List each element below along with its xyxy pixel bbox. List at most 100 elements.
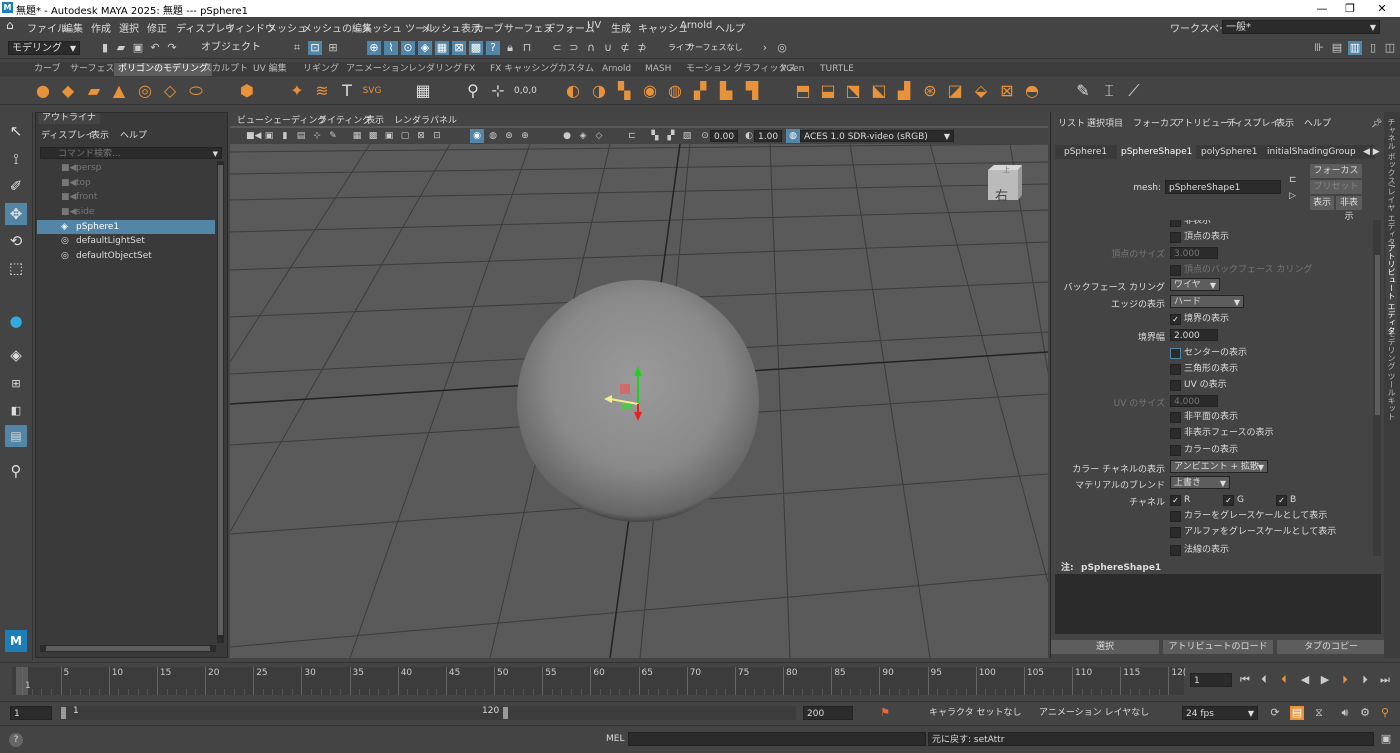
range-track[interactable]: 1 120 (60, 706, 796, 720)
go-to-end-icon[interactable]: ⏭ (1378, 673, 1392, 687)
arrow-right-icon[interactable]: › (758, 41, 772, 55)
menu-uv[interactable]: UV (587, 20, 601, 31)
shelf-tab-sculpt[interactable]: スカルプト (203, 63, 248, 76)
view-cube-top-label[interactable]: 上 (1003, 165, 1010, 175)
lights-icon[interactable]: ⊡ (430, 129, 444, 143)
checkbox-normal-display[interactable] (1170, 545, 1181, 556)
checkbox-triangle-display[interactable] (1170, 364, 1181, 375)
hide-button[interactable]: 非表示 (1336, 196, 1362, 222)
menu-select[interactable]: 選択 (119, 20, 139, 35)
vp-menu-panels[interactable]: パネル (430, 113, 457, 126)
checkbox-border-display[interactable]: ✓ (1170, 314, 1181, 325)
gamma-field[interactable]: 1.00 (754, 130, 782, 142)
sound-icon[interactable]: 🔊︎ (1338, 706, 1352, 720)
menu-set-dropdown[interactable]: モデリング ▼ (8, 41, 80, 55)
border-width-field[interactable]: 2.000 (1170, 329, 1218, 341)
select-tool-icon[interactable]: ↖ (5, 120, 27, 142)
smooth-shade-icon[interactable]: ▩ (366, 129, 380, 143)
render-icon[interactable]: ◎ (775, 41, 789, 55)
poly-torus-icon[interactable]: ◎ (135, 81, 155, 101)
shelf-tab-turtle[interactable]: TURTLE (820, 63, 854, 76)
menu-modify[interactable]: 修正 (147, 20, 167, 35)
checkbox-nonplanar[interactable] (1170, 412, 1181, 423)
checkbox-color-display[interactable] (1170, 445, 1181, 456)
selection-mode-dropdown[interactable]: オブジェクト (198, 41, 274, 55)
go-to-start-icon[interactable]: ⏮ (1238, 673, 1252, 687)
planar-mapping-icon[interactable]: ⟋ (1124, 81, 1144, 101)
color-management-icon[interactable]: ◍ (786, 129, 800, 143)
focus-button[interactable]: フォーカス (1310, 164, 1362, 178)
step-back-key-icon[interactable]: ⏴ (1257, 673, 1271, 687)
shelf-tab-arnold[interactable]: Arnold (602, 63, 631, 76)
scale-tool-icon[interactable]: ⬚ (5, 257, 27, 279)
close-button[interactable]: ✕ (1362, 0, 1400, 17)
textured-icon[interactable]: ⊠ (414, 129, 428, 143)
new-scene-icon[interactable]: ▮ (98, 41, 112, 55)
snap-grid-icon[interactable]: ⊕ (367, 41, 381, 55)
poly-disc-icon[interactable]: ⬭ (186, 81, 206, 101)
menu-edit[interactable]: 編集 (63, 20, 83, 35)
notes-textarea[interactable] (1055, 574, 1381, 634)
boolean-icon[interactable]: ◉ (640, 81, 660, 101)
shelf-tab-fx[interactable]: FX (464, 63, 475, 76)
ae-menu-help[interactable]: ヘルプ (1304, 117, 1331, 131)
insert-edge-loop-icon[interactable]: ⊠ (997, 81, 1017, 101)
outliner-menu-display[interactable]: ディスプレイ (41, 128, 94, 141)
outliner-item-selected[interactable]: ◈ pSphere1 (37, 220, 215, 234)
snap-toggle-icon[interactable]: ⊃ (567, 41, 581, 55)
shelf-tab-custom[interactable]: カスタム (558, 63, 594, 76)
combine-icon[interactable]: ◐ (563, 81, 583, 101)
ae-tab-shape[interactable]: pSphereShape1 (1117, 145, 1197, 159)
menu-help[interactable]: ヘルプ (715, 20, 745, 35)
outliner-menu-show[interactable]: 表示 (91, 128, 109, 141)
select-hierarchy-icon[interactable]: ⌗ (290, 41, 304, 55)
offset-edge-loop-icon[interactable]: ◓ (1022, 81, 1042, 101)
anim-prefs-icon[interactable]: ⧖ (1312, 706, 1326, 720)
reduce-icon[interactable]: ▞ (690, 81, 710, 101)
step-forward-key-icon[interactable]: ⏵ (1358, 673, 1372, 687)
script-editor-icon[interactable]: ▣ (1379, 732, 1393, 746)
film-gate-icon[interactable]: ✎ (326, 129, 340, 143)
lock-icon[interactable]: 🔒︎ (503, 41, 517, 55)
snap-toggle-icon[interactable]: ⊅ (635, 41, 649, 55)
shelf-tab-polygon-modeling[interactable]: ポリゴンのモデリング (114, 63, 213, 76)
svg-icon[interactable]: SVG (362, 81, 382, 101)
paint-select-tool-icon[interactable]: ✐ (5, 175, 27, 197)
time-slider[interactable]: 1 ⏮ ⏴ ⏴ ◀ ▶ ⏵ ⏵ ⏭ 1 5 10 15 20 25 30 35 40 45 50 55… (0, 662, 1400, 701)
motion-blur-icon[interactable]: ⊛ (502, 129, 516, 143)
poly-cylinder-icon[interactable]: ▰ (84, 81, 104, 101)
extract-icon[interactable]: ▚ (614, 81, 634, 101)
pivot-icon[interactable]: ⊹ (488, 81, 508, 101)
snap-curve-icon[interactable]: ⌇ (384, 41, 398, 55)
outliner-item[interactable]: ◎ defaultObjectSet (37, 249, 215, 263)
load-attributes-button[interactable]: アトリビュートのロード (1163, 640, 1273, 654)
workspace-dropdown[interactable]: 一般* ▼ (1222, 20, 1380, 34)
wireframe-on-shaded-icon[interactable]: ▣ (382, 129, 396, 143)
bevel-icon[interactable]: ⬓ (818, 81, 838, 101)
separate-icon[interactable]: ◑ (589, 81, 609, 101)
menu-file[interactable]: ファイル (27, 20, 67, 35)
checkbox[interactable] (1170, 220, 1181, 227)
shelf-tab-uv-edit[interactable]: UV 編集 (253, 63, 287, 76)
poly-sphere-icon[interactable]: ● (33, 81, 53, 101)
open-scene-icon[interactable]: ▰ (114, 41, 128, 55)
move-tool-icon[interactable]: ✥ (5, 203, 27, 225)
mirror-icon[interactable]: ▙ (716, 81, 736, 101)
shelf-tab-curves[interactable]: カーブ (34, 63, 60, 76)
command-input[interactable] (628, 732, 926, 746)
smooth-icon[interactable]: ⚲ (463, 81, 483, 101)
play-backward-icon[interactable]: ◀ (1298, 673, 1312, 687)
snap-view-plane-icon[interactable]: ◈ (418, 41, 432, 55)
undo-icon[interactable]: ↶ (148, 41, 162, 55)
transform-coord-icon[interactable]: 0,0,0 (514, 81, 537, 101)
scroll-thumb[interactable] (46, 646, 210, 651)
menu-generate[interactable]: 生成 (611, 20, 631, 35)
ae-tab-shading-group[interactable]: initialShadingGroup (1267, 145, 1356, 159)
shelf-tab-fx-caching[interactable]: FX キャッシング (490, 63, 558, 76)
persp-outliner-icon[interactable]: ◧ (5, 400, 27, 422)
multicut-icon[interactable]: ⊛ (920, 81, 940, 101)
image-plane-icon[interactable]: ▤ (294, 129, 308, 143)
append-icon[interactable]: ⬕ (869, 81, 889, 101)
home-icon[interactable]: ⌂ (6, 18, 14, 32)
extrude-icon[interactable]: ⬒ (793, 81, 813, 101)
